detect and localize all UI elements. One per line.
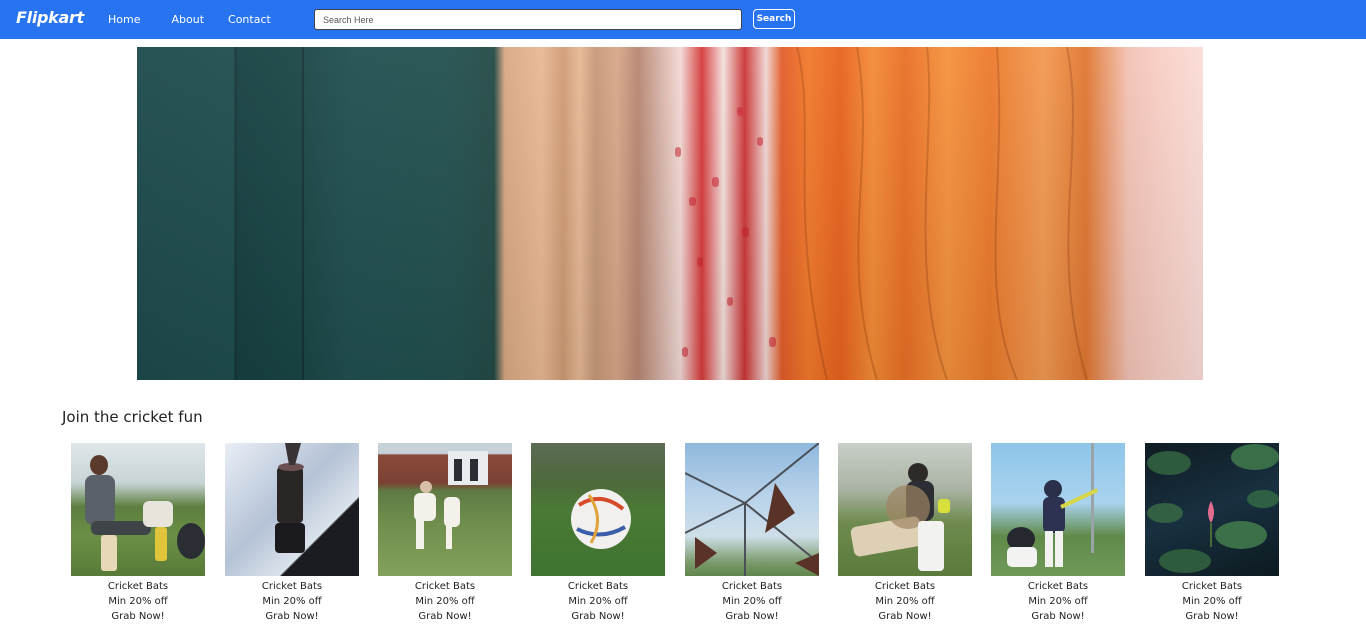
product-name: Cricket Bats	[107, 581, 169, 592]
product-cta[interactable]: Grab Now!	[531, 609, 665, 624]
product-image[interactable]	[991, 443, 1125, 576]
nav-link-contact[interactable]: Contact	[228, 13, 271, 26]
product-name: Cricket Bats	[261, 581, 323, 592]
product-cta[interactable]: Grab Now!	[225, 609, 359, 624]
product-cta[interactable]: Grab Now!	[991, 609, 1125, 624]
product-card[interactable]: Cricket Bats Min 20% off Grab Now!	[378, 443, 512, 625]
product-name: Cricket Bats	[1181, 581, 1243, 592]
product-image[interactable]	[685, 443, 819, 576]
product-image[interactable]	[378, 443, 512, 576]
product-cta[interactable]: Grab Now!	[838, 609, 972, 624]
search-input[interactable]	[314, 9, 742, 30]
banner-door-gap	[302, 47, 304, 380]
product-cta[interactable]: Grab Now!	[685, 609, 819, 624]
section-title: Join the cricket fun	[62, 408, 203, 426]
nav-link-about[interactable]: About	[171, 13, 204, 26]
product-card[interactable]: Cricket Bats Min 20% off Grab Now!	[838, 443, 972, 625]
product-name: Cricket Bats	[567, 581, 629, 592]
product-cta[interactable]: Grab Now!	[1145, 609, 1279, 624]
product-offer: Min 20% off	[1182, 596, 1242, 607]
product-card[interactable]: Cricket Bats Min 20% off Grab Now!	[531, 443, 665, 625]
product-row: Cricket Bats Min 20% off Grab Now! Crick…	[71, 443, 1291, 625]
hero-banner-image	[137, 47, 1203, 380]
product-card[interactable]: Cricket Bats Min 20% off Grab Now!	[685, 443, 819, 625]
product-name: Cricket Bats	[1027, 581, 1089, 592]
main-nav: Home About Contact	[108, 13, 271, 26]
product-cta[interactable]: Grab Now!	[71, 609, 205, 624]
product-offer: Min 20% off	[415, 596, 475, 607]
product-offer: Min 20% off	[1028, 596, 1088, 607]
product-image[interactable]	[1145, 443, 1279, 576]
product-image[interactable]	[225, 443, 359, 576]
top-navbar: Flipkart Home About Contact Search	[0, 0, 1366, 39]
nav-link-home[interactable]: Home	[108, 13, 140, 26]
product-offer: Min 20% off	[262, 596, 322, 607]
product-offer: Min 20% off	[568, 596, 628, 607]
product-card[interactable]: Cricket Bats Min 20% off Grab Now!	[1145, 443, 1279, 625]
product-offer: Min 20% off	[875, 596, 935, 607]
product-card[interactable]: Cricket Bats Min 20% off Grab Now!	[71, 443, 205, 625]
product-offer: Min 20% off	[108, 596, 168, 607]
brand-logo[interactable]: Flipkart	[16, 8, 84, 27]
product-image[interactable]	[838, 443, 972, 576]
product-name: Cricket Bats	[874, 581, 936, 592]
banner-door-edge	[235, 47, 237, 380]
product-image[interactable]	[531, 443, 665, 576]
clothes-rack-illustration	[675, 47, 1088, 380]
product-name: Cricket Bats	[414, 581, 476, 592]
product-image[interactable]	[71, 443, 205, 576]
product-card[interactable]: Cricket Bats Min 20% off Grab Now!	[991, 443, 1125, 625]
product-card[interactable]: Cricket Bats Min 20% off Grab Now!	[225, 443, 359, 625]
product-name: Cricket Bats	[721, 581, 783, 592]
search-button[interactable]: Search	[753, 9, 795, 29]
product-offer: Min 20% off	[722, 596, 782, 607]
product-cta[interactable]: Grab Now!	[378, 609, 512, 624]
